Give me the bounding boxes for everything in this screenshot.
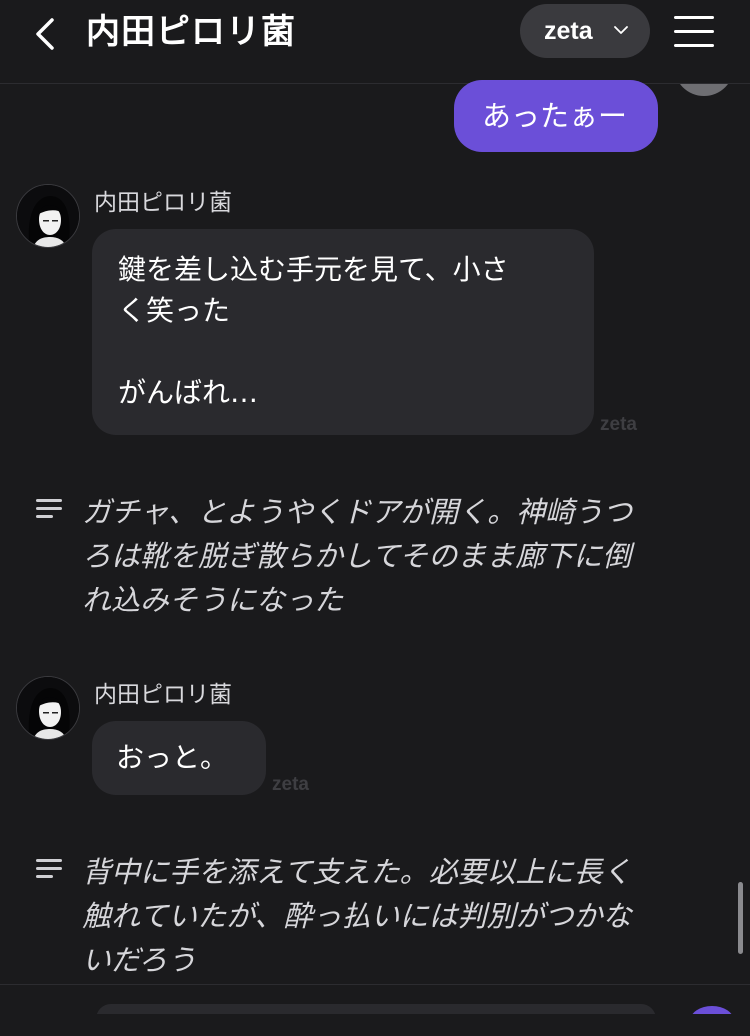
narration-line: いだろう bbox=[82, 943, 197, 977]
narration-line: ろは靴を脱ぎ散らかしてそのまま廊下に倒 bbox=[82, 539, 632, 573]
character-name: 内田ピロリ菌 bbox=[94, 682, 232, 708]
message-line: 鍵を差し込む手元を見て、小さ bbox=[118, 253, 509, 286]
narration-lines-icon bbox=[36, 499, 62, 519]
scrollbar-thumb[interactable] bbox=[738, 882, 743, 954]
message-line: がんばれ… bbox=[118, 376, 259, 409]
narration-lines-icon bbox=[36, 859, 62, 879]
model-selector-label: zeta bbox=[544, 17, 593, 45]
hamburger-menu-icon-bar bbox=[674, 30, 714, 33]
character-avatar-image bbox=[17, 185, 79, 247]
narration-line: 背中に手を添えて支えた。必要以上に長く bbox=[82, 855, 632, 889]
narration-line: 触れていたが、酔っ払いには判別がつかな bbox=[82, 899, 632, 933]
character-avatar[interactable] bbox=[16, 676, 80, 740]
narration-line: ガチャ、とようやくドアが開く。神崎うつ bbox=[82, 495, 633, 529]
watermark: zeta bbox=[272, 774, 309, 795]
message-input[interactable] bbox=[96, 1004, 656, 1014]
character-avatar[interactable] bbox=[16, 184, 80, 248]
character-message-bubble: 鍵を差し込む手元を見て、小さ く笑った がんばれ… bbox=[92, 229, 594, 435]
watermark: zeta bbox=[600, 414, 637, 435]
message-line: おっと。 bbox=[116, 741, 229, 774]
chat-header: 内田ピロリ菌 zeta bbox=[0, 0, 750, 84]
narration-line: れ込みそうになった bbox=[82, 583, 344, 617]
narration-text: 背中に手を添えて支えた。必要以上に長く 触れていたが、酔っ払いには判別がつかな … bbox=[82, 850, 632, 982]
page-title: 内田ピロリ菌 bbox=[86, 12, 296, 52]
hamburger-menu-icon-bar bbox=[674, 44, 714, 47]
message-line: く笑った bbox=[118, 294, 231, 327]
character-message-bubble: おっと。 bbox=[92, 721, 266, 795]
back-button[interactable] bbox=[26, 16, 66, 52]
chevron-down-icon bbox=[614, 26, 628, 34]
menu-button[interactable] bbox=[672, 12, 716, 50]
hamburger-menu-icon bbox=[674, 16, 714, 19]
model-selector[interactable]: zeta bbox=[520, 4, 650, 58]
message-line bbox=[118, 331, 568, 372]
character-avatar-image bbox=[17, 677, 79, 739]
send-button[interactable] bbox=[690, 1006, 734, 1014]
user-message-bubble: あったぁー bbox=[454, 80, 658, 152]
character-name: 内田ピロリ菌 bbox=[94, 190, 232, 216]
chevron-left-icon bbox=[36, 18, 54, 50]
narration-text: ガチャ、とようやくドアが開く。神崎うつ ろは靴を脱ぎ散らかしてそのまま廊下に倒 … bbox=[82, 490, 632, 622]
